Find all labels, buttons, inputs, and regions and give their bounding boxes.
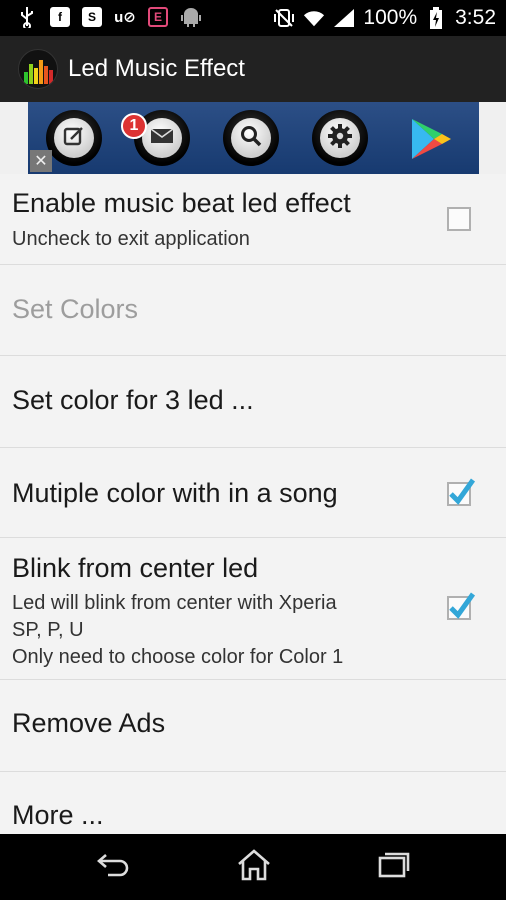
skype-icon: S [82,7,102,27]
check-icon [449,478,476,505]
edit-icon [63,125,85,152]
play-store-icon[interactable] [408,116,454,167]
status-bar: f S u⊘ E 100% 3:52 [0,0,506,36]
e-app-icon: E [148,7,168,27]
gear-icon [327,123,353,154]
unknown-app-icon: u⊘ [114,9,136,26]
more-title: More ... [12,800,104,830]
equalizer-app-icon[interactable] [18,49,58,89]
blink-center-summary-2: SP, P, U [12,619,84,641]
multiple-color-title: Mutiple color with in a song [12,478,338,508]
enable-effect-title: Enable music beat led effect [12,188,351,218]
ad-area [0,102,506,174]
set-color-3-led-row[interactable]: Set color for 3 led ... [0,356,506,448]
wifi-icon [303,7,325,29]
more-row[interactable]: More ... [0,772,506,842]
notification-badge: 1 [121,113,147,139]
blink-center-summary-1: Led will blink from center with Xperia [12,592,337,614]
system-icons: 100% 3:52 [273,6,496,30]
battery-charging-icon [425,7,447,29]
ad-edit-button[interactable] [46,110,102,166]
recent-apps-icon [376,850,412,885]
mail-icon [150,127,174,150]
search-icon [239,124,263,153]
blink-center-checkbox[interactable] [447,592,476,620]
preference-list: Enable music beat led effect Uncheck to … [0,174,506,834]
vibrate-off-icon [273,7,295,29]
clock: 3:52 [455,6,496,29]
home-icon [236,848,272,886]
enable-effect-row[interactable]: Enable music beat led effect Uncheck to … [0,174,506,265]
android-icon [180,6,202,28]
set-color-3-led-title: Set color for 3 led ... [12,385,254,415]
app-title: Led Music Effect [68,55,245,82]
enable-effect-checkbox[interactable] [447,207,471,231]
blink-center-summary-3: Only need to choose color for Color 1 [12,646,344,668]
check-icon [449,592,476,619]
back-icon [96,851,132,884]
set-colors-title: Set Colors [12,294,139,324]
blink-center-title: Blink from center led [12,553,259,583]
action-bar: Led Music Effect [0,36,506,102]
ad-search-button[interactable] [223,110,279,166]
enable-effect-summary: Uncheck to exit application [12,228,250,250]
blink-center-row[interactable]: Blink from center led Led will blink fro… [0,538,506,680]
remove-ads-row[interactable]: Remove Ads [0,680,506,772]
multiple-color-checkbox[interactable] [447,478,476,506]
ad-settings-button[interactable] [312,110,368,166]
signal-icon [333,7,355,29]
ad-close-button[interactable]: ✕ [30,150,52,172]
usb-icon [16,6,38,28]
back-button[interactable] [94,850,134,884]
notification-icons: f S u⊘ E [16,6,202,28]
set-colors-row: Set Colors [0,265,506,356]
remove-ads-title: Remove Ads [12,708,166,738]
battery-percent: 100% [363,6,418,29]
navigation-bar [0,834,506,900]
multiple-color-row[interactable]: Mutiple color with in a song [0,448,506,538]
recent-apps-button[interactable] [374,850,414,884]
facebook-icon: f [50,7,70,27]
home-button[interactable] [234,848,274,886]
ad-banner[interactable] [28,102,479,174]
